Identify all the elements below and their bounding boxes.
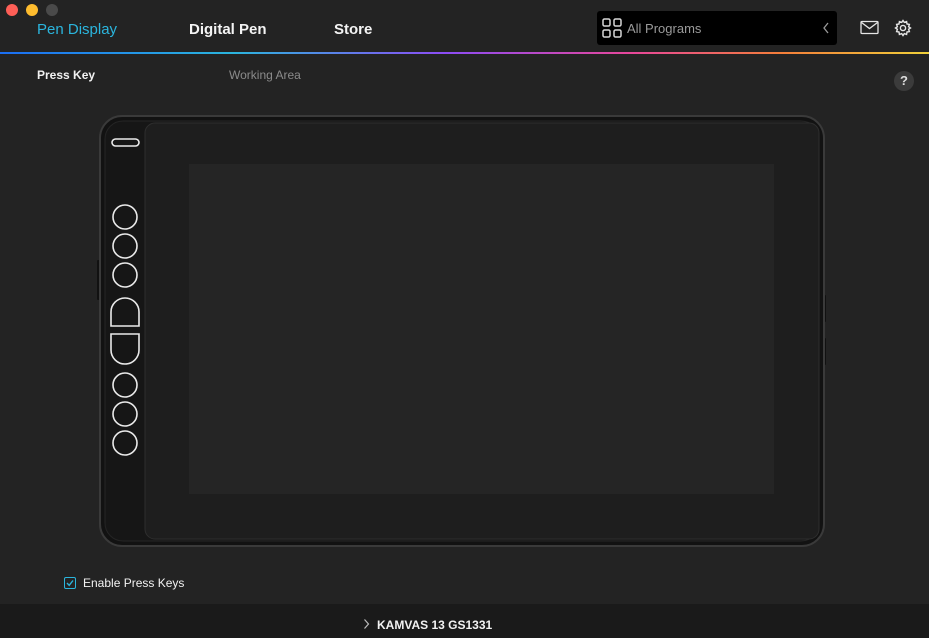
subtab-press-key[interactable]: Press Key (37, 68, 95, 82)
chevron-left-icon (823, 22, 829, 34)
program-selector[interactable]: All Programs (597, 11, 837, 45)
tablet-illustration (97, 115, 826, 547)
chevron-right-icon[interactable] (363, 618, 370, 630)
device-name[interactable]: KAMVAS 13 GS1331 (377, 618, 492, 632)
tab-pen-display[interactable]: Pen Display (37, 21, 117, 38)
maximize-window-button[interactable] (46, 4, 58, 16)
close-window-button[interactable] (6, 4, 18, 16)
tab-store[interactable]: Store (334, 21, 372, 38)
enable-press-keys-checkbox[interactable] (64, 577, 76, 589)
grid-icon (602, 18, 622, 38)
subtab-working-area[interactable]: Working Area (229, 68, 301, 82)
help-button[interactable]: ? (894, 71, 914, 91)
device-footer: KAMVAS 13 GS1331 (0, 604, 929, 638)
active-working-area (189, 164, 774, 494)
enable-press-keys-label: Enable Press Keys (83, 576, 185, 590)
minimize-window-button[interactable] (26, 4, 38, 16)
program-selector-label: All Programs (627, 21, 702, 36)
gear-icon[interactable] (894, 19, 912, 37)
header-divider (0, 52, 929, 54)
checkmark-icon (66, 580, 74, 587)
tab-digital-pen[interactable]: Digital Pen (189, 21, 267, 38)
mail-icon[interactable] (860, 20, 879, 35)
